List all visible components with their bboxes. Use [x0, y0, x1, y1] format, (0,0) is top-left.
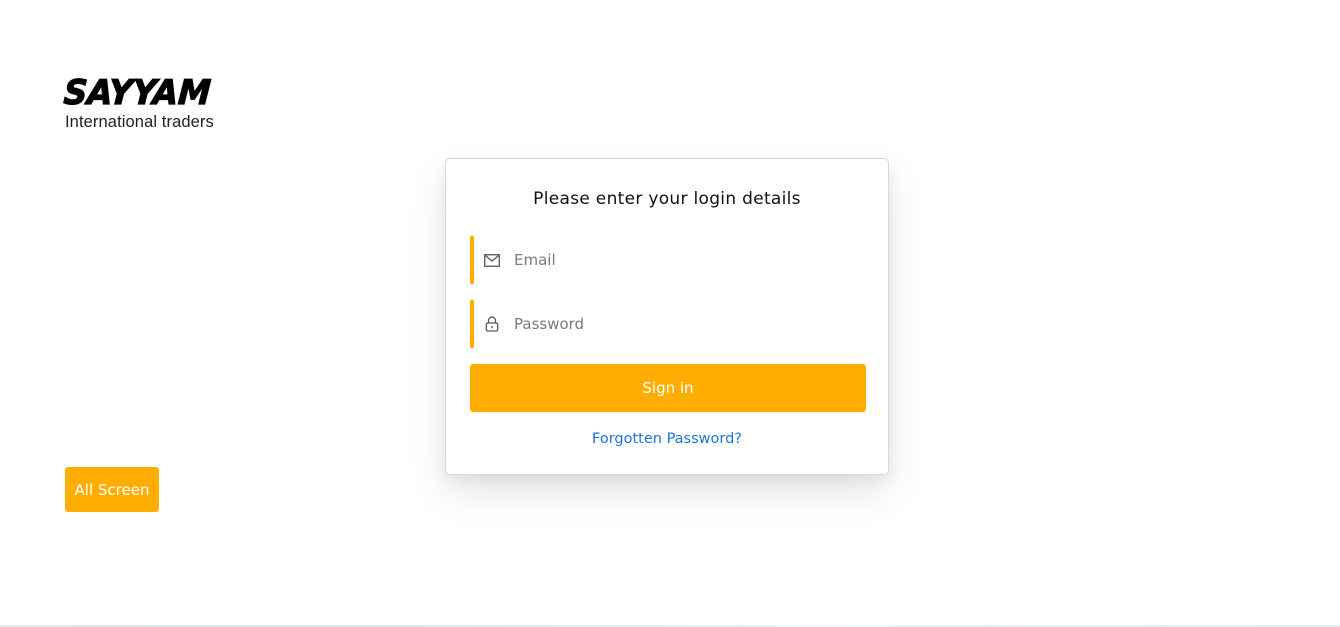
sign-in-button[interactable]: Sign in — [470, 364, 866, 412]
password-input[interactable] — [514, 309, 854, 339]
envelope-icon — [484, 252, 500, 268]
all-screen-button[interactable]: All Screen — [65, 467, 159, 512]
email-input[interactable] — [514, 245, 854, 275]
brand-tagline: International traders — [65, 113, 214, 131]
brand-name: SAYYAM — [62, 72, 213, 113]
password-field[interactable] — [470, 300, 866, 348]
login-page: SAYYAM International traders All Screen … — [0, 0, 1340, 627]
login-card: Please enter your login details Sign in — [445, 158, 889, 475]
login-title: Please enter your login details — [533, 189, 801, 209]
brand-logo: SAYYAM International traders — [62, 72, 218, 132]
email-field[interactable] — [470, 236, 866, 284]
lock-icon — [484, 316, 500, 332]
forgot-password-link[interactable]: Forgotten Password? — [446, 431, 888, 447]
